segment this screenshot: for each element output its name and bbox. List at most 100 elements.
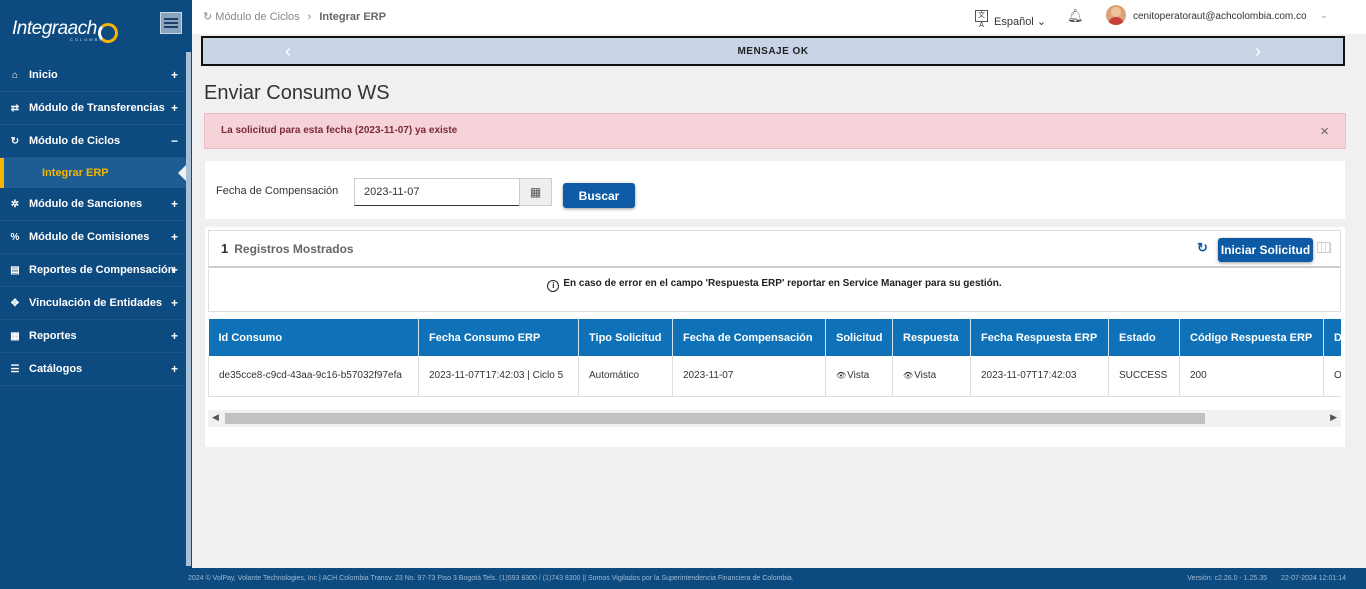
scroll-right-icon[interactable]: ▶ [1330, 412, 1337, 423]
sidebar-item-label: Módulo de Sanciones [29, 198, 143, 210]
alert-text: La solicitud para esta fecha (2023-11-07… [221, 125, 458, 136]
cell-tipo: Automático [578, 356, 673, 397]
sidebar-item-label: Módulo de Transferencias [29, 102, 165, 114]
info-note: i En caso de error en el campo 'Respuesta… [208, 269, 1341, 312]
avatar[interactable] [1106, 5, 1126, 25]
cell-id: de35cce8-c9cd-43aa-9c16-b57032f97efa [208, 356, 419, 397]
column-header[interactable]: Fecha de Compensación [672, 319, 826, 356]
view-response-link[interactable]: Vista [914, 370, 936, 381]
user-menu-chevron-icon[interactable]: ⌄ [1320, 10, 1328, 21]
error-alert: La solicitud para esta fecha (2023-11-07… [204, 113, 1346, 149]
breadcrumb-refresh-icon: ↻ [203, 11, 216, 23]
carousel-next-icon[interactable]: › [1255, 41, 1261, 62]
table-container: Id Consumo Fecha Consumo ERP Tipo Solici… [208, 319, 1341, 397]
sidebar-scrollbar[interactable] [186, 52, 191, 566]
sidebar-item-label: Inicio [29, 69, 58, 81]
cell-respuesta: 👁︎Vista [892, 356, 971, 397]
search-button[interactable]: Buscar [563, 183, 635, 208]
language-selector[interactable]: 文A Español ⌄ [975, 10, 1047, 29]
column-header[interactable]: Fecha Respuesta ERP [970, 319, 1109, 356]
column-header[interactable]: De [1323, 319, 1341, 356]
table-header-row: Id Consumo Fecha Consumo ERP Tipo Solici… [208, 319, 1341, 356]
footer-copyright: 2024 © VolPay, Volante Technologies, Inc… [188, 575, 794, 582]
footer: 2024 © VolPay, Volante Technologies, Inc… [0, 568, 1366, 589]
eye-icon: 👁︎ [903, 371, 914, 381]
sidebar-item-transferencias[interactable]: ⇄ Módulo de Transferencias + [0, 92, 186, 125]
grid-view-icon[interactable] [1317, 242, 1331, 253]
scrollbar-thumb[interactable] [225, 413, 1205, 424]
expand-icon[interactable]: + [171, 329, 178, 343]
expand-icon[interactable]: + [171, 101, 178, 115]
sidebar-item-label: Reportes de Compensación [29, 264, 175, 276]
chevron-down-icon: ⌄ [1036, 16, 1047, 28]
percent-icon: % [10, 231, 20, 243]
eye-icon: 👁︎ [836, 371, 847, 381]
page-title: Enviar Consumo WS [204, 82, 390, 104]
logo-bar: Integraach COLOMBIA [0, 0, 192, 52]
list-icon: ☰ [10, 363, 20, 375]
language-label: Español [994, 16, 1034, 28]
column-header[interactable]: Estado [1108, 319, 1180, 356]
column-header[interactable]: Código Respuesta ERP [1179, 319, 1324, 356]
sidebar-item-comisiones[interactable]: % Módulo de Comisiones + [0, 221, 186, 254]
consumption-table: Id Consumo Fecha Consumo ERP Tipo Solici… [208, 319, 1341, 397]
expand-icon[interactable]: + [171, 362, 178, 376]
expand-icon[interactable]: + [171, 296, 178, 310]
records-count: 1 Registros Mostrados [221, 241, 354, 256]
sidebar-item-sanciones[interactable]: ✲ Módulo de Sanciones + [0, 188, 186, 221]
sidebar-item-reportes[interactable]: ▦ Reportes + [0, 320, 186, 353]
cell-fecha-respuesta: 2023-11-07T17:42:03 [970, 356, 1109, 397]
expand-icon[interactable]: + [171, 68, 178, 82]
column-header[interactable]: Tipo Solicitud [578, 319, 673, 356]
date-field[interactable] [354, 178, 520, 206]
menu-toggle-button[interactable] [160, 12, 182, 34]
info-note-text: En caso de error en el campo 'Respuesta … [563, 278, 1002, 289]
home-icon: ⌂ [11, 69, 19, 81]
bell-icon[interactable]: 🔔︎ [1067, 8, 1084, 24]
column-header[interactable]: Id Consumo [208, 319, 419, 356]
sidebar-item-label: Módulo de Ciclos [29, 135, 121, 147]
sidebar-item-vinculacion[interactable]: ✥ Vinculación de Entidades + [0, 287, 186, 320]
message-carousel: ‹ MENSAJE OK › [201, 36, 1345, 66]
logo-mark-icon [98, 23, 118, 43]
cell-codigo: 200 [1179, 356, 1324, 397]
breadcrumb-current: Integrar ERP [319, 11, 386, 23]
expand-icon[interactable]: + [171, 230, 178, 244]
cell-fecha-compensacion: 2023-11-07 [672, 356, 826, 397]
sidebar-item-label: Vinculación de Entidades [29, 297, 163, 309]
view-request-link[interactable]: Vista [847, 370, 869, 381]
scroll-left-icon[interactable]: ◀ [212, 412, 219, 423]
breadcrumb-item[interactable]: Módulo de Ciclos [215, 11, 299, 23]
logo-text: Integraach [12, 18, 97, 39]
sidebar-item-reportes-compensacion[interactable]: ▤ Reportes de Compensación + [0, 254, 186, 287]
start-request-button[interactable]: Iniciar Solicitud [1218, 238, 1313, 262]
calendar-icon[interactable]: ▦ [519, 178, 552, 206]
message-text: MENSAJE OK [737, 46, 809, 57]
close-icon[interactable]: × [1320, 123, 1329, 140]
expand-icon[interactable]: + [171, 197, 178, 211]
user-email[interactable]: cenitoperatoraut@achcolombia.com.co [1133, 11, 1307, 22]
sidebar-item-catalogos[interactable]: ☰ Catálogos + [0, 353, 186, 386]
sidebar-subitem-integrar-erp[interactable]: Integrar ERP [0, 158, 187, 188]
gear-icon: ✲ [10, 198, 20, 210]
top-bar: ↻ Módulo de Ciclos › Integrar ERP 文A Españo… [192, 0, 1366, 34]
records-count-number: 1 [221, 241, 229, 256]
breadcrumb: ↻ Módulo de Ciclos › Integrar ERP [203, 10, 386, 23]
sidebar-subitem-label: Integrar ERP [42, 167, 109, 179]
refresh-icon[interactable]: ↻ [1197, 240, 1208, 256]
results-grid: 1 Registros Mostrados ↻ Iniciar Solicitud… [205, 227, 1345, 447]
horizontal-scrollbar[interactable]: ◀ ▶ [208, 410, 1341, 427]
expand-icon[interactable]: + [171, 263, 178, 277]
search-form: Fecha de Compensación ▦ Buscar [205, 161, 1345, 219]
collapse-icon[interactable]: − [171, 134, 178, 148]
logo[interactable]: Integraach COLOMBIA [12, 18, 105, 42]
table-row[interactable]: de35cce8-c9cd-43aa-9c16-b57032f97efa 202… [208, 356, 1341, 397]
sidebar-item-ciclos[interactable]: ↻ Módulo de Ciclos − [0, 125, 186, 158]
sidebar-item-inicio[interactable]: ⌂ Inicio + [0, 59, 186, 92]
document-icon: ▤ [10, 264, 20, 276]
column-header[interactable]: Respuesta [892, 319, 971, 356]
cell-extra: Ol [1323, 356, 1341, 397]
refresh-icon: ↻ [10, 135, 20, 147]
column-header[interactable]: Fecha Consumo ERP [418, 319, 579, 356]
column-header[interactable]: Solicitud [825, 319, 893, 356]
